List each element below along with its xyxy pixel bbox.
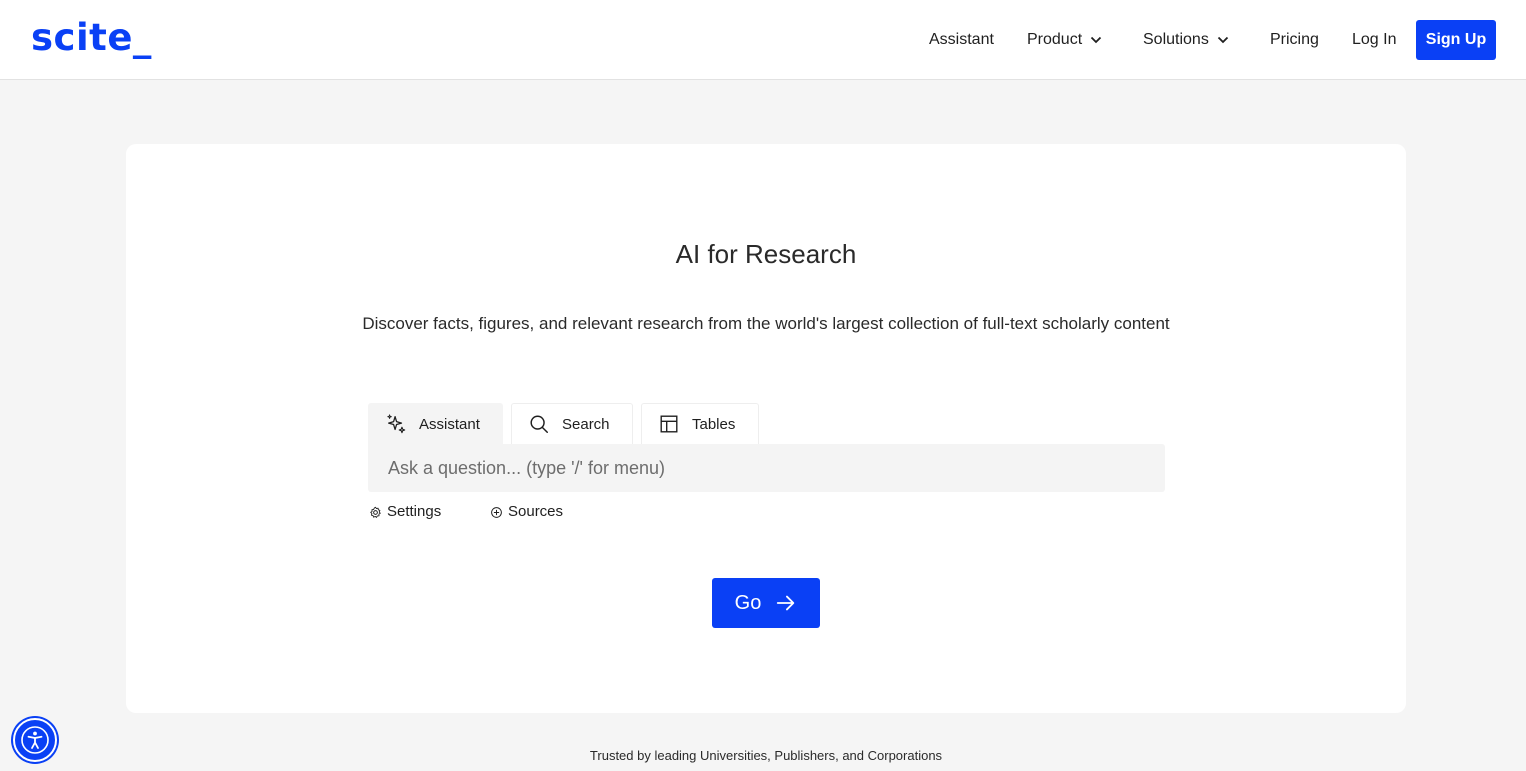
nav-login[interactable]: Log In [1352, 30, 1396, 50]
page-subtitle: Discover facts, figures, and relevant re… [362, 314, 1170, 333]
accessibility-icon [21, 726, 49, 754]
chevron-down-icon [1091, 36, 1102, 44]
page-title: AI for Research [675, 239, 857, 269]
nav-solutions-dropdown[interactable]: Solutions [1143, 30, 1229, 50]
arrow-right-icon [777, 595, 795, 611]
search-icon [530, 415, 548, 433]
nav-product-label: Product [1027, 31, 1083, 48]
signup-button[interactable]: Sign Up [1416, 20, 1496, 60]
sparkles-icon [387, 414, 406, 434]
tab-search[interactable]: Search [511, 403, 633, 444]
tab-assistant[interactable]: Assistant [368, 403, 503, 444]
gear-icon [370, 506, 381, 518]
nav-login-label: Log In [1352, 31, 1397, 48]
go-label: Go [734, 591, 762, 614]
scite-logo[interactable]: scite_ [31, 16, 152, 60]
plus-circle-icon [491, 506, 502, 518]
nav-assistant-label: Assistant [929, 31, 994, 48]
tab-tables-label: Tables [692, 415, 736, 433]
table-icon [660, 415, 678, 433]
tab-search-label: Search [562, 415, 610, 433]
sources-button[interactable]: Sources [490, 502, 563, 522]
nav-solutions-label: Solutions [1143, 31, 1209, 48]
nav-pricing-label: Pricing [1270, 31, 1319, 48]
site-header: scite_ Assistant Product Solutions Prici… [0, 0, 1526, 80]
go-button[interactable]: Go [712, 578, 820, 628]
sources-label: Sources [508, 503, 564, 520]
trusted-by-text: Trusted by leading Universities, Publish… [589, 748, 943, 763]
settings-label: Settings [387, 503, 442, 520]
chevron-down-icon [1217, 36, 1228, 44]
tab-tables[interactable]: Tables [641, 403, 759, 444]
hero-card: AI for Research Discover facts, figures,… [126, 144, 1406, 713]
settings-button[interactable]: Settings [369, 502, 441, 522]
nav-pricing[interactable]: Pricing [1270, 30, 1319, 50]
question-input[interactable] [368, 444, 1165, 492]
accessibility-button[interactable] [13, 718, 57, 762]
tab-assistant-label: Assistant [419, 415, 480, 433]
nav-assistant[interactable]: Assistant [929, 30, 994, 50]
nav-product-dropdown[interactable]: Product [1027, 30, 1102, 50]
